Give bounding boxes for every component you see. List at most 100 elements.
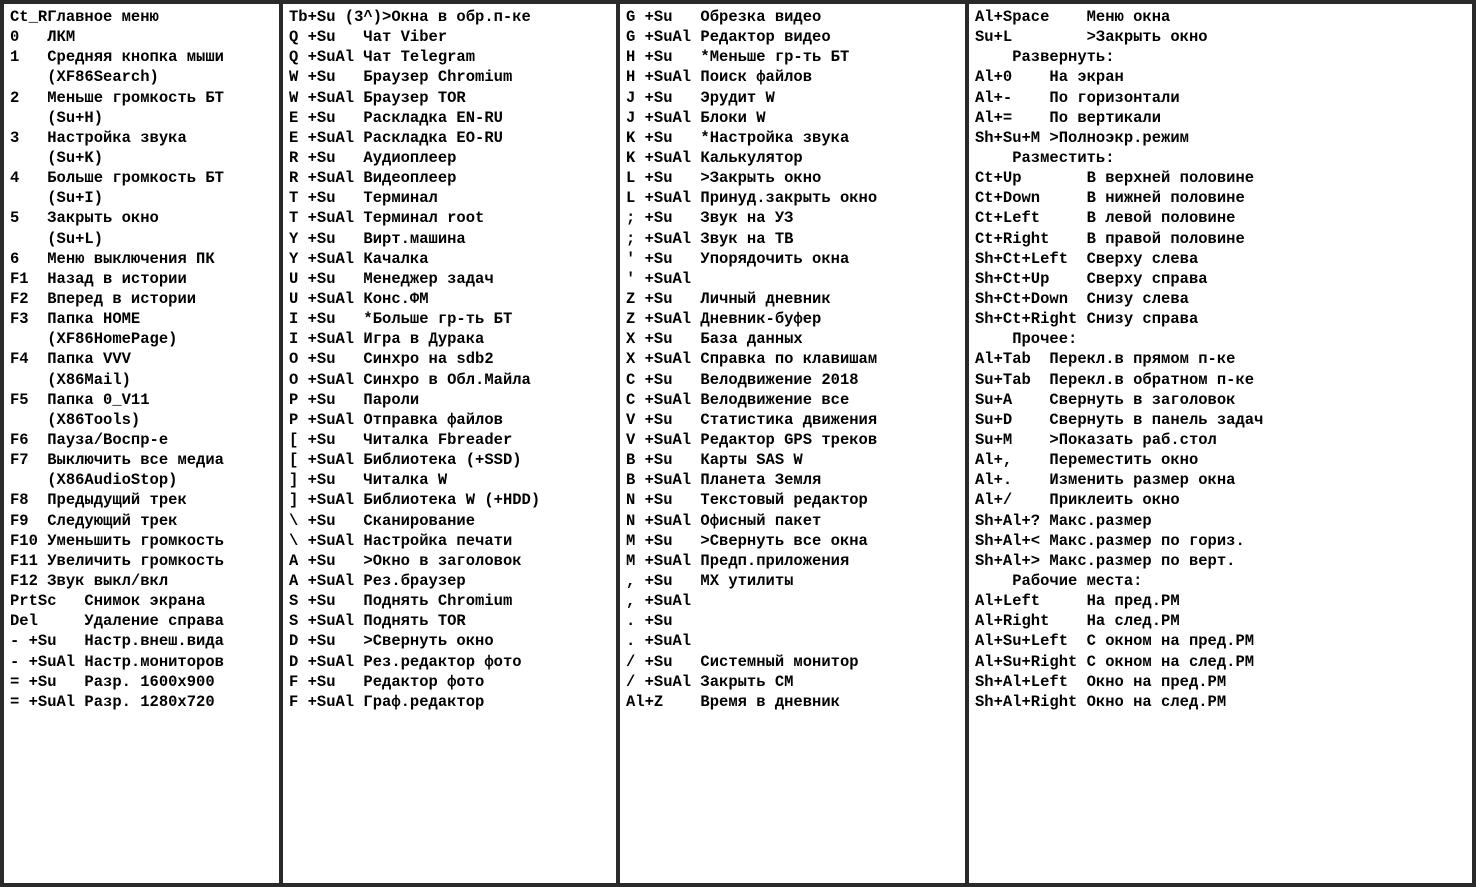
shortcut-row: (Su+L) <box>10 230 273 250</box>
shortcut-row: F4 Папка VVV <box>10 350 273 370</box>
shortcut-desc: Поднять Chromium <box>363 592 512 612</box>
shortcut-row: ' +Su Упорядочить окна <box>626 250 959 270</box>
shortcut-key: Al+, <box>975 451 1049 471</box>
shortcut-desc: Принуд.закрыть окно <box>700 189 877 209</box>
shortcut-key: Su+Tab <box>975 371 1049 391</box>
shortcut-row: Ct+Left В левой половине <box>975 209 1466 229</box>
shortcut-desc: Рез.редактор фото <box>363 653 521 673</box>
shortcut-row: Al+- По горизонтали <box>975 89 1466 109</box>
shortcut-key: Q +SuAl <box>289 48 363 68</box>
shortcut-desc: Игра в Дурака <box>363 330 484 350</box>
shortcut-row: , +Su MX утилиты <box>626 572 959 592</box>
shortcut-row: F +SuAl Граф.редактор <box>289 693 610 713</box>
shortcut-desc: Настройка звука <box>47 129 187 149</box>
shortcut-row: Рабочие места: <box>975 572 1466 592</box>
shortcut-key: M +Su <box>626 532 700 552</box>
shortcut-row: Al+Su+Right С окном на след.РМ <box>975 653 1466 673</box>
shortcut-key: ] +SuAl <box>289 491 363 511</box>
shortcut-key: X +Su <box>626 330 700 350</box>
shortcut-desc: Звук на ТВ <box>700 230 793 250</box>
shortcut-key: Sh+Al+< <box>975 532 1049 552</box>
shortcut-key: ' +Su <box>626 250 700 270</box>
shortcut-desc: Папка VVV <box>47 350 131 370</box>
shortcut-desc: (XF86HomePage) <box>47 330 177 350</box>
shortcut-desc: >Свернуть все окна <box>700 532 867 552</box>
shortcut-key: Sh+Ct+Up <box>975 270 1087 290</box>
shortcut-key: 1 <box>10 48 47 68</box>
shortcut-row: Ct+Down В нижней половине <box>975 189 1466 209</box>
shortcut-row: (XF86Search) <box>10 68 273 88</box>
shortcut-row: Y +SuAl Качалка <box>289 250 610 270</box>
shortcut-key: / +Su <box>626 653 700 673</box>
shortcut-desc: >Свернуть окно <box>363 632 493 652</box>
shortcut-key <box>10 471 47 491</box>
shortcut-key: , +Su <box>626 572 700 592</box>
shortcut-key: Al+Left <box>975 592 1087 612</box>
shortcut-desc: Видеоплеер <box>363 169 456 189</box>
shortcut-row: Развернуть: <box>975 48 1466 68</box>
shortcut-row: - +SuAl Настр.мониторов <box>10 653 273 673</box>
shortcut-row: O +SuAl Синхро в Обл.Майла <box>289 371 610 391</box>
shortcut-key: T +Su <box>289 189 363 209</box>
shortcut-row: Su+A Свернуть в заголовок <box>975 391 1466 411</box>
shortcut-desc: Меньше громкость БТ <box>47 89 224 109</box>
shortcut-row: (XF86HomePage) <box>10 330 273 350</box>
shortcut-row: 5 Закрыть окно <box>10 209 273 229</box>
shortcut-row: = +Su Разр. 1600x900 <box>10 673 273 693</box>
shortcut-row: Al+/ Приклеить окно <box>975 491 1466 511</box>
shortcut-desc: В левой половине <box>1087 209 1236 229</box>
shortcut-desc: Раскладка EN-RU <box>363 109 503 129</box>
shortcut-row: Al+Z Время в дневник <box>626 693 959 713</box>
shortcut-desc: База данных <box>700 330 802 350</box>
shortcut-desc: С окном на след.РМ <box>1087 653 1254 673</box>
shortcut-row: P +SuAl Отправка файлов <box>289 411 610 431</box>
shortcut-row: PrtSc Снимок экрана <box>10 592 273 612</box>
shortcut-desc: Уменьшить громкость <box>47 532 224 552</box>
shortcut-row: W +Su Браузер Chromium <box>289 68 610 88</box>
shortcut-key: B +SuAl <box>626 471 700 491</box>
shortcut-row: A +SuAl Рез.браузер <box>289 572 610 592</box>
shortcut-key: L +SuAl <box>626 189 700 209</box>
shortcut-row: M +SuAl Предп.приложения <box>626 552 959 572</box>
shortcut-row: Al+, Переместить окно <box>975 451 1466 471</box>
shortcut-key: N +Su <box>626 491 700 511</box>
shortcut-key: Sh+Ct+Right <box>975 310 1087 330</box>
shortcut-row: Sh+Ct+Up Сверху справа <box>975 270 1466 290</box>
shortcut-desc: Эрудит W <box>700 89 774 109</box>
shortcut-desc: Качалка <box>363 250 428 270</box>
shortcut-desc: Сверху слева <box>1087 250 1199 270</box>
shortcut-key: F9 <box>10 512 47 532</box>
shortcut-key: Sh+Al+> <box>975 552 1049 572</box>
shortcut-row: Sh+Su+M >Полноэкр.режим <box>975 129 1466 149</box>
shortcut-key: F12 <box>10 572 47 592</box>
shortcut-desc: Снимок экрана <box>84 592 205 612</box>
shortcut-row: U +Su Менеджер задач <box>289 270 610 290</box>
shortcut-row: 6 Меню выключения ПК <box>10 250 273 270</box>
shortcut-row: (Su+H) <box>10 109 273 129</box>
shortcut-row: (Su+K) <box>10 149 273 169</box>
shortcut-row: J +Su Эрудит W <box>626 89 959 109</box>
shortcut-desc: Читалка W <box>363 471 447 491</box>
shortcut-key: F4 <box>10 350 47 370</box>
shortcut-row: Al+= По вертикали <box>975 109 1466 129</box>
section-heading: Разместить: <box>975 149 1115 169</box>
shortcut-row: F11 Увеличить громкость <box>10 552 273 572</box>
shortcut-row: L +SuAl Принуд.закрыть окно <box>626 189 959 209</box>
shortcut-key: Q +Su <box>289 28 363 48</box>
hotkey-cheatsheet-grid: Ct_RГлавное меню0 ЛКМ1 Средняя кнопка мы… <box>0 0 1476 887</box>
shortcut-key: V +SuAl <box>626 431 700 451</box>
shortcut-desc: Карты SAS W <box>700 451 802 471</box>
shortcut-row: - +Su Настр.внеш.вида <box>10 632 273 652</box>
shortcut-desc: Личный дневник <box>700 290 830 310</box>
shortcut-key: F +Su <box>289 673 363 693</box>
shortcut-key <box>10 230 47 250</box>
shortcut-desc: Синхро на sdb2 <box>363 350 493 370</box>
shortcut-row: Tb+Su (3^)>Окна в обр.п-ке <box>289 8 610 28</box>
shortcut-desc: *Меньше гр-ть БТ <box>700 48 849 68</box>
shortcut-row: ] +Su Читалка W <box>289 471 610 491</box>
shortcut-key: ; +SuAl <box>626 230 700 250</box>
shortcut-key: Sh+Ct+Left <box>975 250 1087 270</box>
shortcut-key: R +Su <box>289 149 363 169</box>
shortcut-key: Al+0 <box>975 68 1049 88</box>
shortcut-desc: Дневник-буфер <box>700 310 821 330</box>
